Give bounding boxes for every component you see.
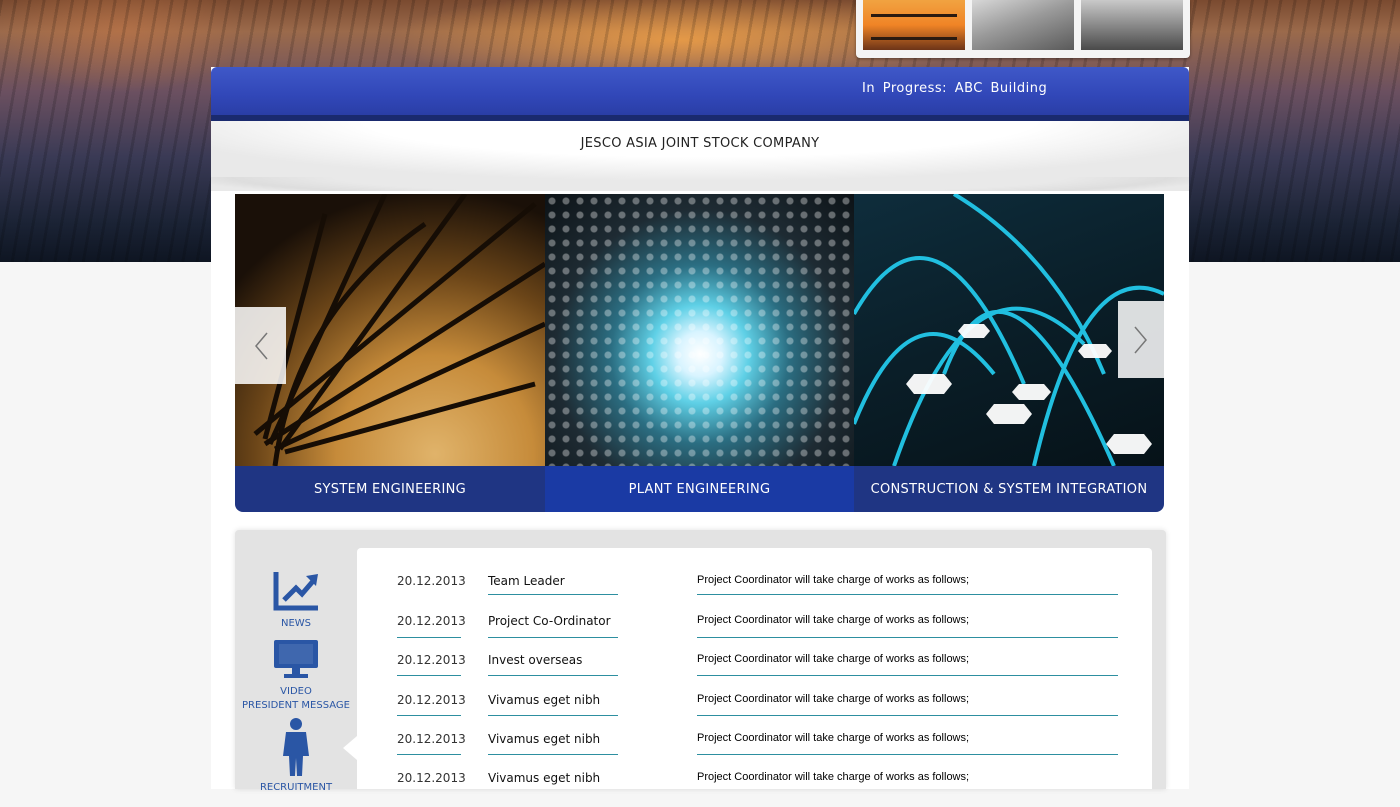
slider-prev-button[interactable] bbox=[235, 307, 286, 384]
list-item-date: 20.12.2013 bbox=[397, 574, 466, 588]
list-item-title[interactable]: Invest overseas bbox=[488, 649, 618, 667]
list-item-title[interactable]: Team Leader bbox=[488, 570, 618, 588]
sidebar-item-label: RECRUITMENT bbox=[259, 782, 333, 793]
list-item[interactable]: 20.12.2013 Project Co-Ordinator Project … bbox=[357, 610, 1152, 650]
info-section: NEWS VIDEO PRESIDENT MESSAGE RECRUITMENT… bbox=[235, 530, 1166, 793]
list-item-date: 20.12.2013 bbox=[397, 771, 466, 785]
list-item-date: 20.12.2013 bbox=[397, 693, 466, 707]
divider bbox=[697, 715, 1118, 716]
thumbnail-strip bbox=[856, 0, 1190, 58]
slide-plant-engineering[interactable]: PLANT ENGINEERING bbox=[545, 194, 854, 512]
list-item-date: 20.12.2013 bbox=[397, 732, 466, 746]
list-item-description: Project Coordinator will take charge of … bbox=[697, 693, 970, 705]
slide-caption[interactable]: PLANT ENGINEERING bbox=[545, 466, 854, 512]
list-item[interactable]: 20.12.2013 Vivamus eget nibh Project Coo… bbox=[357, 767, 1152, 807]
slide-caption[interactable]: CONSTRUCTION & SYSTEM INTEGRATION bbox=[854, 466, 1164, 512]
chevron-right-icon bbox=[1133, 325, 1149, 355]
thumbnail-people[interactable] bbox=[1081, 0, 1183, 50]
list-item-title[interactable]: Vivamus eget nibh bbox=[488, 767, 618, 785]
list-item[interactable]: 20.12.2013 Vivamus eget nibh Project Coo… bbox=[357, 728, 1152, 768]
slider-next-button[interactable] bbox=[1118, 301, 1164, 378]
divider bbox=[488, 675, 618, 676]
list-item-description: Project Coordinator will take charge of … bbox=[697, 574, 970, 586]
sidebar-item-label: VIDEO bbox=[280, 686, 312, 697]
list-item[interactable]: 20.12.2013 Team Leader Project Coordinat… bbox=[357, 570, 1152, 610]
divider bbox=[488, 754, 618, 755]
chart-icon bbox=[272, 572, 320, 615]
divider bbox=[488, 715, 618, 716]
divider bbox=[397, 715, 461, 716]
company-name: JESCO ASIA JOINT STOCK COMPANY bbox=[580, 136, 820, 151]
monitor-icon bbox=[272, 640, 320, 683]
slide-image bbox=[545, 194, 854, 466]
company-band: JESCO ASIA JOINT STOCK COMPANY bbox=[211, 121, 1189, 191]
sidebar-menu: NEWS VIDEO PRESIDENT MESSAGE RECRUITMENT bbox=[235, 530, 357, 793]
chevron-left-icon bbox=[253, 331, 269, 361]
list-item-title[interactable]: Vivamus eget nibh bbox=[488, 728, 618, 746]
divider bbox=[397, 637, 461, 638]
divider bbox=[697, 594, 1118, 595]
sidebar-item-label: NEWS bbox=[280, 618, 312, 629]
list-item-description: Project Coordinator will take charge of … bbox=[697, 771, 970, 783]
list-item-description: Project Coordinator will take charge of … bbox=[697, 732, 970, 744]
divider bbox=[488, 637, 618, 638]
header-bar: In Progress: ABC Building bbox=[211, 67, 1189, 121]
divider bbox=[397, 754, 461, 755]
divider bbox=[697, 675, 1118, 676]
divider bbox=[697, 754, 1118, 755]
list-item-title[interactable]: Project Co-Ordinator bbox=[488, 610, 618, 628]
feature-slider: SYSTEM ENGINEERING PLANT ENGINEERING CON… bbox=[235, 194, 1164, 512]
divider bbox=[397, 675, 461, 676]
sidebar-item-news[interactable]: NEWS bbox=[235, 570, 357, 631]
list-item-description: Project Coordinator will take charge of … bbox=[697, 614, 970, 626]
sidebar-item-label[interactable]: PRESIDENT MESSAGE bbox=[235, 699, 357, 713]
main-container: In Progress: ABC Building JESCO ASIA JOI… bbox=[211, 67, 1189, 793]
list-item-title[interactable]: Vivamus eget nibh bbox=[488, 689, 618, 707]
person-icon bbox=[281, 718, 311, 779]
list-item-date: 20.12.2013 bbox=[397, 614, 466, 628]
content-pointer bbox=[343, 736, 357, 760]
news-list: 20.12.2013 Team Leader Project Coordinat… bbox=[343, 548, 1152, 789]
list-item-description: Project Coordinator will take charge of … bbox=[697, 653, 970, 665]
divider bbox=[697, 637, 1118, 638]
thumbnail-bridge[interactable] bbox=[863, 0, 965, 50]
list-item-date: 20.12.2013 bbox=[397, 653, 466, 667]
list-item[interactable]: 20.12.2013 Vivamus eget nibh Project Coo… bbox=[357, 689, 1152, 729]
slide-caption[interactable]: SYSTEM ENGINEERING bbox=[235, 466, 545, 512]
divider bbox=[488, 594, 618, 595]
sidebar-item-video[interactable]: VIDEO PRESIDENT MESSAGE bbox=[235, 638, 357, 713]
progress-text[interactable]: In Progress: ABC Building bbox=[862, 81, 1047, 96]
sidebar-item-president-message[interactable]: RECRUITMENT bbox=[235, 718, 357, 795]
thumbnail-architecture[interactable] bbox=[972, 0, 1074, 50]
list-item[interactable]: 20.12.2013 Invest overseas Project Coord… bbox=[357, 649, 1152, 689]
